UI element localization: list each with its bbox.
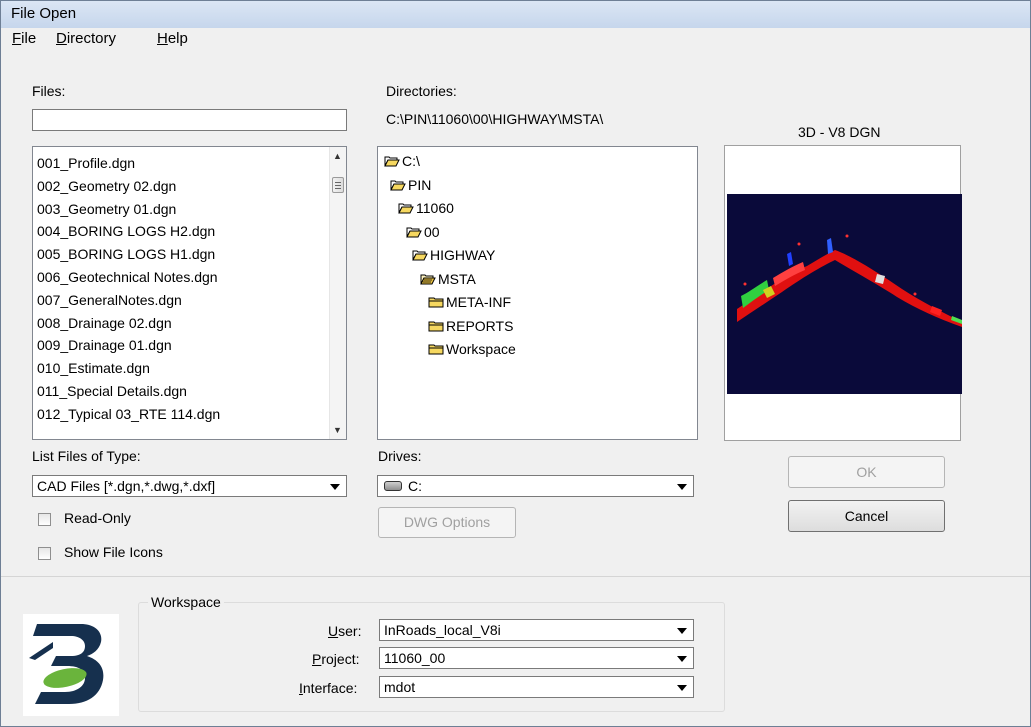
file-list-item[interactable]: 002_Geometry 02.dgn bbox=[37, 178, 176, 194]
scroll-down-icon[interactable]: ▼ bbox=[333, 425, 342, 435]
read-only-checkbox[interactable] bbox=[38, 513, 51, 526]
open-folder-selected-icon bbox=[420, 271, 438, 287]
interface-label: Interface: bbox=[299, 680, 358, 696]
files-filter-input[interactable] bbox=[32, 109, 347, 131]
directory-item[interactable]: Workspace bbox=[428, 341, 516, 357]
directory-item[interactable]: MSTA bbox=[420, 271, 476, 287]
user-label: User: bbox=[328, 623, 362, 639]
menu-bar: File Directory Help bbox=[1, 28, 1030, 50]
directory-item[interactable]: REPORTS bbox=[428, 318, 513, 334]
directory-item[interactable]: META-INF bbox=[428, 294, 511, 310]
file-open-dialog: File Open File Directory Help Files: 001… bbox=[0, 0, 1031, 727]
open-folder-icon bbox=[406, 224, 424, 240]
files-scrollbar[interactable]: ▲ ▼ bbox=[329, 147, 346, 439]
file-list-item[interactable]: 005_BORING LOGS H1.dgn bbox=[37, 246, 215, 262]
current-path: C:\PIN\11060\00\HIGHWAY\MSTA\ bbox=[386, 111, 604, 127]
window-title: File Open bbox=[11, 5, 77, 22]
file-list-item[interactable]: 009_Drainage 01.dgn bbox=[37, 337, 172, 353]
dwg-options-button[interactable]: DWG Options bbox=[378, 507, 516, 538]
file-list-item[interactable]: 011_Special Details.dgn bbox=[37, 383, 187, 399]
read-only-label[interactable]: Read-Only bbox=[64, 510, 131, 526]
preview-label: 3D - V8 DGN bbox=[798, 124, 881, 140]
directory-item-label: HIGHWAY bbox=[430, 247, 496, 263]
directories-listbox[interactable]: C:\ PIN 11060 00 HIGHWAY MSTA META-INF REPORTS W… bbox=[377, 146, 698, 440]
scroll-up-icon[interactable]: ▲ bbox=[333, 151, 342, 161]
chevron-down-icon bbox=[677, 656, 687, 662]
chevron-down-icon bbox=[677, 685, 687, 691]
file-list-item[interactable]: 008_Drainage 02.dgn bbox=[37, 315, 172, 331]
directory-item[interactable]: C:\ bbox=[384, 153, 420, 169]
closed-folder-icon bbox=[428, 318, 446, 334]
bentley-logo-icon bbox=[23, 614, 119, 716]
show-file-icons-label[interactable]: Show File Icons bbox=[64, 544, 163, 560]
directory-item[interactable]: PIN bbox=[390, 177, 431, 193]
directory-item-label: PIN bbox=[408, 176, 432, 193]
menu-directory[interactable]: Directory bbox=[56, 30, 116, 47]
ok-button[interactable]: OK bbox=[788, 456, 945, 488]
menu-help[interactable]: Help bbox=[157, 30, 188, 47]
interface-value: mdot bbox=[384, 679, 416, 695]
file-list-item[interactable]: 012_Typical 03_RTE 114.dgn bbox=[37, 406, 220, 422]
open-folder-icon bbox=[398, 200, 416, 216]
directory-item[interactable]: HIGHWAY bbox=[412, 247, 495, 263]
open-folder-icon bbox=[412, 247, 430, 263]
directory-item[interactable]: 00 bbox=[406, 224, 440, 240]
drive-icon bbox=[384, 481, 402, 491]
drives-label: Drives: bbox=[378, 448, 422, 464]
files-listbox[interactable]: 001_Profile.dgn 002_Geometry 02.dgn 003_Ge… bbox=[32, 146, 347, 440]
file-type-select[interactable]: CAD Files [*.dgn,*.dwg,*.dxf] bbox=[32, 475, 347, 497]
file-list-item[interactable]: 006_Geotechnical Notes.dgn bbox=[37, 269, 218, 285]
closed-folder-icon bbox=[428, 341, 446, 357]
directory-item-label: 11060 bbox=[416, 200, 454, 216]
closed-folder-icon bbox=[428, 294, 446, 310]
menu-file[interactable]: File bbox=[12, 30, 36, 47]
preview-pane bbox=[724, 145, 962, 441]
directory-item-label: Workspace bbox=[446, 341, 516, 357]
file-list-item[interactable]: 010_Estimate.dgn bbox=[37, 360, 150, 376]
file-list-item[interactable]: 001_Profile.dgn bbox=[37, 155, 135, 171]
project-label: Project: bbox=[312, 651, 360, 667]
file-type-label: List Files of Type: bbox=[32, 448, 141, 464]
drives-value: C: bbox=[408, 478, 422, 494]
chevron-down-icon bbox=[330, 484, 340, 490]
directory-item-label: MSTA bbox=[438, 270, 476, 287]
file-type-value: CAD Files [*.dgn,*.dwg,*.dxf] bbox=[37, 478, 216, 494]
show-file-icons-checkbox[interactable] bbox=[38, 547, 51, 560]
open-folder-icon bbox=[384, 153, 402, 169]
chevron-down-icon bbox=[677, 628, 687, 634]
workspace-group-label: Workspace bbox=[148, 594, 224, 610]
open-folder-icon bbox=[390, 177, 408, 193]
interface-select[interactable]: mdot bbox=[379, 676, 694, 698]
directory-item-label: REPORTS bbox=[446, 317, 514, 334]
drives-select[interactable]: C: bbox=[377, 475, 694, 497]
directory-item-label: 00 bbox=[424, 223, 440, 240]
file-list-item[interactable]: 007_GeneralNotes.dgn bbox=[37, 292, 182, 308]
cancel-button[interactable]: Cancel bbox=[788, 500, 945, 532]
user-select[interactable]: InRoads_local_V8i bbox=[379, 619, 694, 641]
project-select[interactable]: 11060_00 bbox=[379, 647, 694, 669]
directory-item[interactable]: 11060 bbox=[398, 200, 454, 216]
title-bar[interactable]: File Open bbox=[1, 1, 1030, 28]
directory-item-label: META-INF bbox=[446, 294, 512, 310]
preview-image bbox=[727, 194, 962, 394]
files-label: Files: bbox=[32, 83, 66, 99]
directories-label: Directories: bbox=[386, 83, 457, 99]
user-value: InRoads_local_V8i bbox=[384, 622, 501, 638]
directory-item-label: C:\ bbox=[402, 153, 420, 169]
chevron-down-icon bbox=[677, 484, 687, 490]
file-list-item[interactable]: 003_Geometry 01.dgn bbox=[37, 201, 176, 217]
scroll-thumb[interactable] bbox=[332, 177, 344, 193]
file-list-item[interactable]: 004_BORING LOGS H2.dgn bbox=[37, 223, 215, 239]
project-value: 11060_00 bbox=[384, 650, 446, 666]
